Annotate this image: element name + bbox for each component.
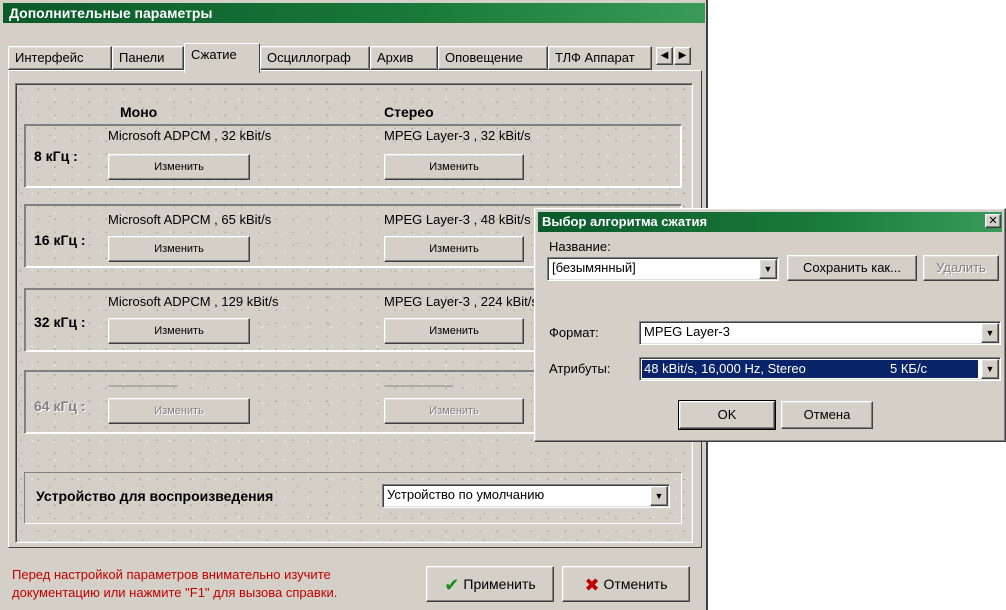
playback-device-value: Устройство по умолчанию	[387, 487, 545, 502]
save-as-button[interactable]: Сохранить как...	[787, 255, 917, 281]
cancel-button[interactable]: ✖ Отменить	[562, 566, 690, 602]
mono-codec-32khz: Microsoft ADPCM , 129 kBit/s	[108, 294, 279, 309]
change-stereo-16khz-button[interactable]: Изменить	[384, 236, 524, 262]
check-icon: ✔	[444, 575, 460, 595]
tab-panels[interactable]: Панели	[112, 46, 184, 70]
change-mono-32khz-button[interactable]: Изменить	[108, 318, 250, 344]
attributes-selection: 48 kBit/s, 16,000 Hz, Stereo 5 КБ/с	[642, 360, 978, 378]
footer-note: Перед настройкой параметров внимательно …	[12, 566, 337, 602]
dialog-title: Выбор алгоритма сжатия	[538, 212, 1002, 232]
chevron-down-icon[interactable]: ▼	[981, 323, 999, 343]
mono-column-header: Моно	[120, 104, 158, 120]
name-label: Название:	[549, 239, 611, 254]
playback-label: Устройство для воспроизведения	[36, 488, 274, 504]
chevron-down-icon[interactable]: ▼	[759, 259, 777, 279]
close-icon[interactable]: ✕	[985, 214, 1001, 228]
attributes-size: 5 КБ/с	[890, 361, 928, 376]
chevron-down-icon[interactable]: ▼	[650, 486, 668, 506]
change-mono-64khz-button[interactable]: Изменить	[108, 398, 250, 424]
stereo-codec-8khz: MPEG Layer-3 , 32 kBit/s	[384, 128, 531, 143]
chevron-down-icon[interactable]: ▼	[981, 359, 999, 379]
rate-label-64khz: 64 кГц :	[34, 398, 86, 414]
format-label: Формат:	[549, 325, 599, 340]
ok-button[interactable]: OK	[678, 400, 776, 430]
format-select[interactable]: MPEG Layer-3 ▼	[639, 321, 1001, 345]
stereo-codec-64khz: -----------------------	[384, 378, 454, 392]
cancel-button-label: Отменить	[603, 576, 668, 592]
dialog-cancel-button[interactable]: Отмена	[781, 401, 873, 429]
change-mono-16khz-button[interactable]: Изменить	[108, 236, 250, 262]
tab-compression[interactable]: Сжатие	[184, 43, 260, 73]
tab-scroll-left-icon[interactable]: ◀	[656, 47, 673, 65]
rate-label-32khz: 32 кГц :	[34, 314, 86, 330]
cross-icon: ✖	[584, 575, 600, 595]
tab-interface[interactable]: Интерфейс	[8, 46, 112, 70]
stereo-codec-32khz: MPEG Layer-3 , 224 kBit/s	[384, 294, 538, 309]
rate-label-8khz: 8 кГц :	[34, 148, 78, 164]
format-value: MPEG Layer-3	[644, 324, 730, 339]
tab-notification[interactable]: Оповещение	[438, 46, 548, 70]
footer-note-line-2: документацию или нажмите "F1" для вызова…	[12, 585, 338, 600]
rate-label-16khz: 16 кГц :	[34, 232, 86, 248]
stereo-codec-16khz: MPEG Layer-3 , 48 kBit/s	[384, 212, 531, 227]
apply-button[interactable]: ✔ Применить	[426, 566, 554, 602]
apply-button-label: Применить	[463, 576, 536, 592]
mono-codec-8khz: Microsoft ADPCM , 32 kBit/s	[108, 128, 272, 143]
delete-button[interactable]: Удалить	[923, 255, 999, 281]
change-stereo-64khz-button[interactable]: Изменить	[384, 398, 524, 424]
change-stereo-8khz-button[interactable]: Изменить	[384, 154, 524, 180]
playback-device-select[interactable]: Устройство по умолчанию ▼	[382, 484, 670, 508]
tab-phone-device[interactable]: ТЛФ Аппарат	[548, 46, 652, 70]
mono-codec-16khz: Microsoft ADPCM , 65 kBit/s	[108, 212, 272, 227]
name-value: [безымянный]	[552, 260, 636, 275]
attributes-value: 48 kBit/s, 16,000 Hz, Stereo	[644, 361, 806, 376]
name-select[interactable]: [безымянный] ▼	[547, 257, 779, 281]
attributes-label: Атрибуты:	[549, 361, 611, 376]
compression-dialog: Выбор алгоритма сжатия ✕ Название: [безы…	[534, 208, 1006, 442]
footer-note-line-1: Перед настройкой параметров внимательно …	[12, 567, 331, 582]
change-stereo-32khz-button[interactable]: Изменить	[384, 318, 524, 344]
mono-codec-64khz: -----------------------	[108, 378, 178, 392]
attributes-select[interactable]: 48 kBit/s, 16,000 Hz, Stereo 5 КБ/с ▼	[639, 357, 1001, 381]
stereo-column-header: Стерео	[384, 104, 434, 120]
window-title: Дополнительные параметры	[3, 3, 705, 23]
tab-oscilloscope[interactable]: Осциллограф	[260, 46, 370, 70]
tab-scroll-right-icon[interactable]: ▶	[674, 47, 691, 65]
change-mono-8khz-button[interactable]: Изменить	[108, 154, 250, 180]
tab-archive[interactable]: Архив	[370, 46, 438, 70]
